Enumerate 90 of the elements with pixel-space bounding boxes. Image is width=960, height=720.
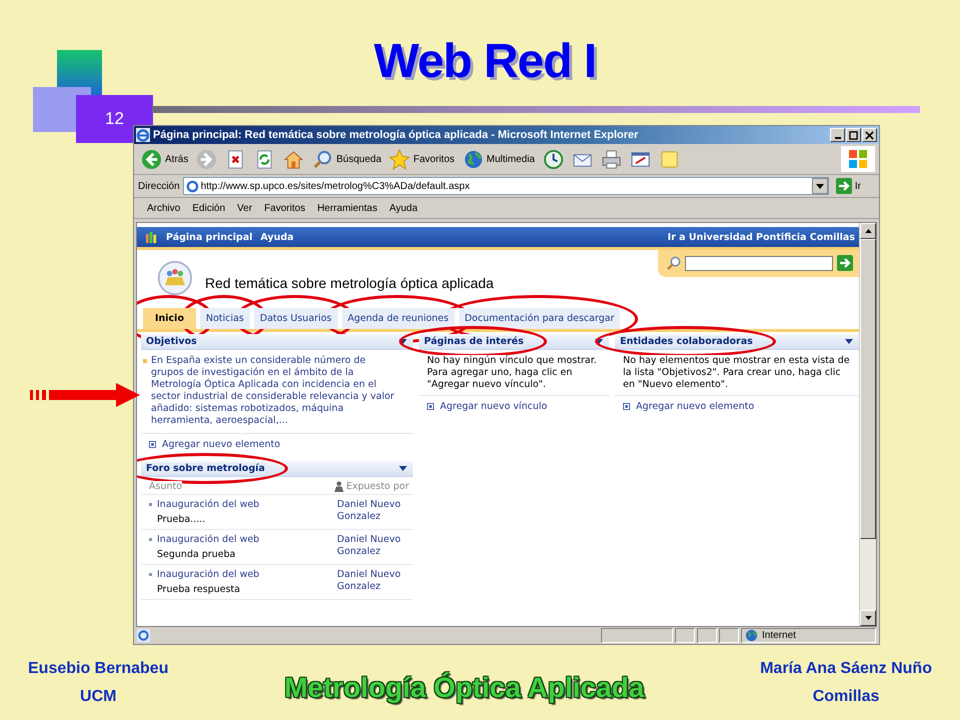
dropdown-icon xyxy=(812,178,828,194)
add-link[interactable]: Agregar nuevo vínculo xyxy=(440,401,548,412)
go-arrow-icon xyxy=(837,255,853,271)
slide-title: Web Red I xyxy=(372,34,596,90)
home-icon xyxy=(283,148,304,170)
address-bar[interactable]: http://www.sp.upco.es/sites/metrolog%C3%ADa/default.aspx xyxy=(182,177,829,195)
site-logo-icon xyxy=(145,230,158,244)
author-name: María Ana Sáenz Nuño xyxy=(760,660,932,678)
section-title: Foro sobre metrología xyxy=(145,463,266,474)
menu-item[interactable]: Edición xyxy=(187,202,230,214)
column-header: Expuesto por xyxy=(346,481,409,492)
scrollbar[interactable] xyxy=(859,223,876,626)
windows-logo-icon xyxy=(841,146,875,172)
search-field[interactable] xyxy=(685,256,833,270)
add-link[interactable]: Agregar nuevo elemento xyxy=(636,401,754,412)
top-link[interactable]: Ayuda xyxy=(260,232,294,242)
bullet-icon xyxy=(149,538,152,541)
nav-tab[interactable]: Documentación para descargar xyxy=(458,308,620,329)
note-icon xyxy=(658,148,680,170)
page-icon xyxy=(137,629,150,642)
top-link[interactable]: Página principal xyxy=(166,232,253,242)
search-icon xyxy=(666,256,681,270)
back-button[interactable]: Atrás xyxy=(138,146,192,172)
minimize-icon xyxy=(834,136,840,138)
search-button[interactable]: Búsqueda xyxy=(309,146,384,172)
go-arrow-icon xyxy=(836,178,852,194)
dropdown-icon xyxy=(399,339,407,344)
menu-item[interactable]: Archivo xyxy=(142,202,186,214)
go-button[interactable]: Ir xyxy=(832,178,875,194)
section-title: Objetivos xyxy=(145,336,198,347)
scroll-thumb[interactable] xyxy=(860,239,876,539)
post-body: Prueba respuesta xyxy=(156,583,242,595)
bullet-icon xyxy=(149,503,152,506)
page-icon xyxy=(186,180,199,192)
post-link[interactable]: Inauguración del web xyxy=(157,499,260,510)
nav-tab[interactable]: Noticias xyxy=(200,308,250,329)
author-link[interactable]: Daniel Nuevo Gonzalez xyxy=(337,534,409,560)
search-icon xyxy=(312,148,334,170)
menu-item[interactable]: Favoritos xyxy=(259,202,310,214)
dropdown-icon xyxy=(845,339,853,344)
clock-icon xyxy=(542,148,564,170)
add-icon xyxy=(623,403,630,410)
author-link[interactable]: Daniel Nuevo Gonzalez xyxy=(337,499,409,525)
maximize-icon xyxy=(849,130,858,140)
menu-item[interactable]: Ayuda xyxy=(384,202,423,214)
favorites-button[interactable]: Favoritos xyxy=(386,146,458,172)
section-title: Páginas de interés xyxy=(423,336,525,347)
post-body: Prueba..... xyxy=(156,513,206,525)
minimize-button[interactable] xyxy=(830,128,845,142)
add-link[interactable]: Agregar nuevo elemento xyxy=(162,439,280,450)
post-link[interactable]: Inauguración del web xyxy=(157,569,260,580)
globe-icon xyxy=(462,148,484,170)
author-link[interactable]: Daniel Nuevo Gonzalez xyxy=(337,569,409,595)
post-body: Segunda prueba xyxy=(156,548,236,560)
nav-tab[interactable]: Datos Usuarios xyxy=(254,308,338,329)
add-icon xyxy=(427,403,434,410)
maximize-button[interactable] xyxy=(846,128,861,142)
add-icon xyxy=(149,441,156,448)
site-logo-icon xyxy=(157,260,193,296)
star-icon xyxy=(389,148,410,170)
bullet-icon xyxy=(143,359,147,363)
zone-label: Internet xyxy=(762,630,796,641)
bullet-icon xyxy=(149,573,152,576)
author-name: Eusebio Bernabeu xyxy=(28,660,168,678)
menu-item[interactable]: Ver xyxy=(232,202,258,214)
section-title: Entidades colaboradoras xyxy=(619,336,754,347)
nav-tab[interactable]: Agenda de reuniones xyxy=(342,308,455,329)
menu-item[interactable]: Herramientas xyxy=(312,202,382,214)
column-header: Asunto xyxy=(149,481,182,492)
close-icon xyxy=(865,130,874,140)
post-link[interactable]: Inauguración del web xyxy=(157,534,260,545)
author-name: UCM xyxy=(80,688,116,706)
person-icon xyxy=(334,481,344,492)
slide-number: 12 xyxy=(105,109,124,129)
close-button[interactable] xyxy=(862,128,877,142)
nav-tab[interactable]: Inicio xyxy=(143,308,196,329)
media-button[interactable]: Multimedia xyxy=(460,146,538,172)
address-label: Dirección xyxy=(138,180,180,192)
globe-icon xyxy=(745,629,758,642)
dropdown-icon xyxy=(399,466,407,471)
footer-title: Metrología Óptica Aplicada xyxy=(284,672,644,704)
top-link[interactable]: Ir a Universidad Pontificia Comillas xyxy=(668,232,855,242)
dropdown-icon xyxy=(595,339,603,344)
author-name: Comillas xyxy=(812,688,880,706)
window-title: Página principal: Red temática sobre metrología óptica aplicada - Microsoft Internet Explorer xyxy=(153,129,638,141)
list-item-link[interactable]: En España existe un considerable número de grupos de investigación en el ámbito de la Metrología Óptica Aplicada con incidencia en el sector industrial de considerable relevancia y valor añadido: sistemas robotizados, máquina herramienta, aeroespacial,... xyxy=(151,355,401,427)
browser-logo-icon xyxy=(136,128,150,142)
printer-icon xyxy=(600,148,622,170)
search-go-button[interactable] xyxy=(837,255,853,271)
site-title: Red temática sobre metrología óptica aplicada xyxy=(205,275,494,291)
